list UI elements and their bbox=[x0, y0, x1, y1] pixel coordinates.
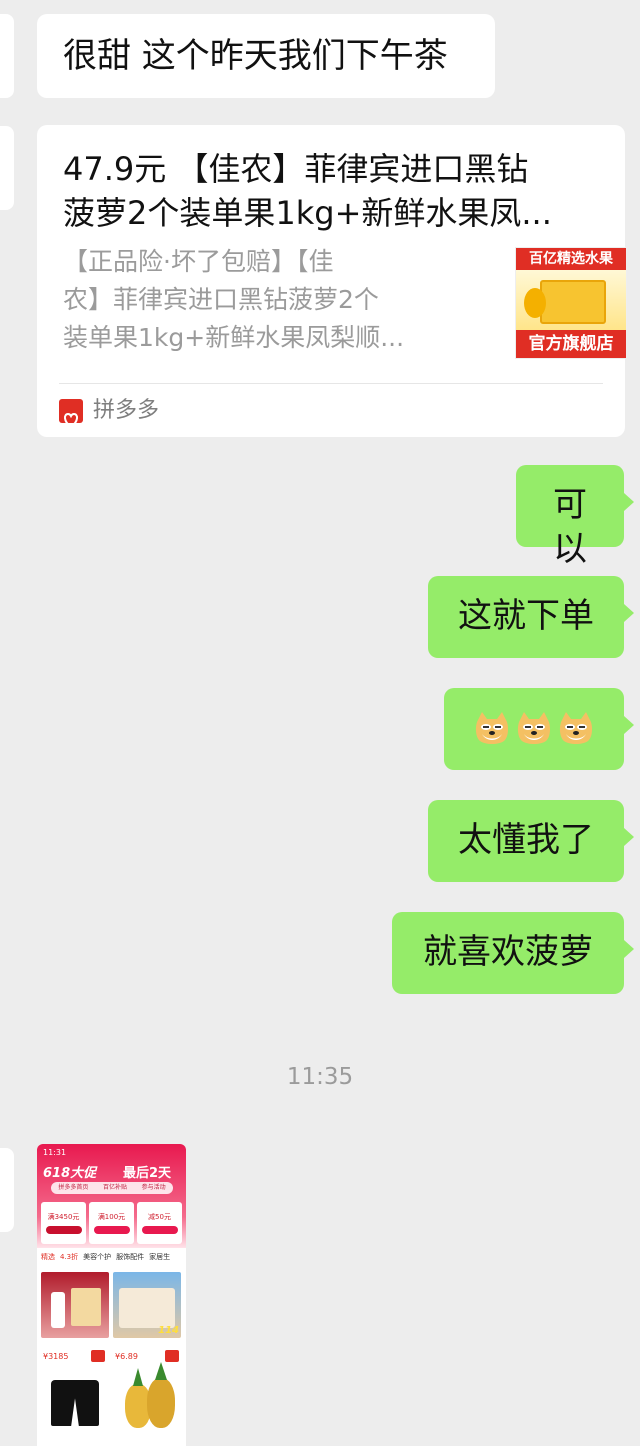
screenshot-product-grid: 114 ¥3185 ¥6.89 bbox=[37, 1268, 186, 1446]
screenshot-coupon: 满100元 bbox=[89, 1202, 134, 1244]
screenshot-nav-item: 拼多多首页 bbox=[58, 1184, 89, 1191]
sender-avatar[interactable] bbox=[0, 1148, 14, 1232]
screenshot-shorts-image bbox=[51, 1380, 99, 1426]
card-description-line: 【正品险·坏了包赔】【佳 bbox=[63, 247, 334, 276]
screenshot-pineapple-image bbox=[147, 1378, 175, 1428]
message-text: 很甜 这个昨天我们下午茶 bbox=[63, 36, 448, 76]
sent-message[interactable]: 太懂我了 bbox=[428, 800, 634, 882]
product-share-card[interactable]: 47.9元 【佳农】菲律宾进口黑钻 菠萝2个装单果1kg+新鲜水果凤... 【正… bbox=[37, 125, 627, 437]
sent-emoji-message[interactable] bbox=[444, 688, 634, 770]
coupon-label: 满100元 bbox=[97, 1213, 126, 1221]
screenshot-tabs: 精选 4.3折 美容个护 服饰配件 家居生 bbox=[37, 1248, 186, 1268]
thumbnail-bottom-banner: 官方旗舰店 bbox=[516, 330, 626, 358]
screenshot-tab: 家居生 bbox=[149, 1253, 171, 1261]
screenshot-tab: 服饰配件 bbox=[116, 1253, 145, 1261]
screenshot-nav-item: 参与活动 bbox=[141, 1184, 166, 1191]
received-message[interactable]: 很甜 这个昨天我们下午茶 bbox=[37, 14, 495, 98]
doge-emoji-icon bbox=[472, 710, 512, 746]
product-thumbnail: 百亿精选水果 官方旗舰店 bbox=[515, 247, 627, 359]
card-divider bbox=[59, 383, 603, 384]
sender-avatar[interactable] bbox=[0, 126, 14, 210]
coupon-label: 减50元 bbox=[148, 1213, 171, 1221]
screenshot-coupons: 满3450元 满100元 减50元 bbox=[41, 1202, 182, 1244]
message-text: 这就下单 bbox=[458, 596, 594, 636]
card-title-line: 菠萝2个装单果1kg+新鲜水果凤... bbox=[63, 194, 552, 232]
doge-emoji-icon bbox=[556, 710, 596, 746]
screenshot-price: ¥6.89 bbox=[115, 1352, 138, 1361]
card-title-line: 47.9元 【佳农】菲律宾进口黑钻 bbox=[63, 150, 529, 188]
screenshot-banner-2: 最后2天 bbox=[123, 1166, 172, 1181]
screenshot-grab-button bbox=[91, 1350, 105, 1362]
screenshot-price-badge: 114 bbox=[158, 1325, 179, 1336]
screenshot-nav-item: 百亿补贴 bbox=[102, 1184, 127, 1191]
screenshot-coupon: 减50元 bbox=[137, 1202, 182, 1244]
screenshot-status-time: 11:31 bbox=[43, 1148, 67, 1157]
screenshot-grab-button bbox=[165, 1350, 179, 1362]
screenshot-tab: 4.3折 bbox=[60, 1253, 79, 1261]
screenshot-tab: 美容个护 bbox=[83, 1253, 112, 1261]
coupon-label: 满3450元 bbox=[47, 1213, 80, 1221]
card-description-line: 农】菲律宾进口黑钻菠萝2个 bbox=[63, 285, 379, 314]
message-text: 太懂我了 bbox=[458, 820, 594, 860]
pinduoduo-logo-icon bbox=[59, 399, 83, 429]
screenshot-pineapple-leaves bbox=[133, 1368, 143, 1386]
screenshot-header: 11:31 618大促 最后2天 拼多多首页 百亿补贴 参与活动 满3450元 … bbox=[37, 1144, 186, 1248]
screenshot-pineapple-leaves bbox=[155, 1362, 167, 1380]
sent-message[interactable]: 就喜欢菠萝 bbox=[392, 912, 634, 994]
sender-avatar[interactable] bbox=[0, 14, 14, 98]
screenshot-coupon: 满3450元 bbox=[41, 1202, 86, 1244]
thumbnail-top-banner: 百亿精选水果 bbox=[516, 248, 626, 270]
screenshot-price: ¥3185 bbox=[43, 1352, 69, 1361]
doge-emoji-icon bbox=[514, 710, 554, 746]
screenshot-product-image bbox=[41, 1272, 109, 1338]
screenshot-image-message[interactable]: 11:31 618大促 最后2天 拼多多首页 百亿补贴 参与活动 满3450元 … bbox=[37, 1144, 186, 1446]
chat-timestamp: 11:35 bbox=[286, 1064, 354, 1090]
screenshot-tab: 精选 bbox=[41, 1253, 55, 1261]
screenshot-banner: 618大促 bbox=[43, 1166, 97, 1181]
card-description-line: 装单果1kg+新鲜水果凤梨顺... bbox=[63, 323, 405, 352]
sent-message[interactable]: 可以 bbox=[516, 465, 634, 569]
screenshot-product-image: 114 bbox=[113, 1272, 181, 1338]
card-source-label: 拼多多 bbox=[93, 398, 160, 423]
sent-message[interactable]: 这就下单 bbox=[428, 576, 634, 658]
message-text: 就喜欢菠萝 bbox=[423, 932, 593, 972]
message-text: 可以 bbox=[553, 485, 587, 569]
screenshot-nav: 拼多多首页 百亿补贴 参与活动 bbox=[51, 1182, 173, 1194]
